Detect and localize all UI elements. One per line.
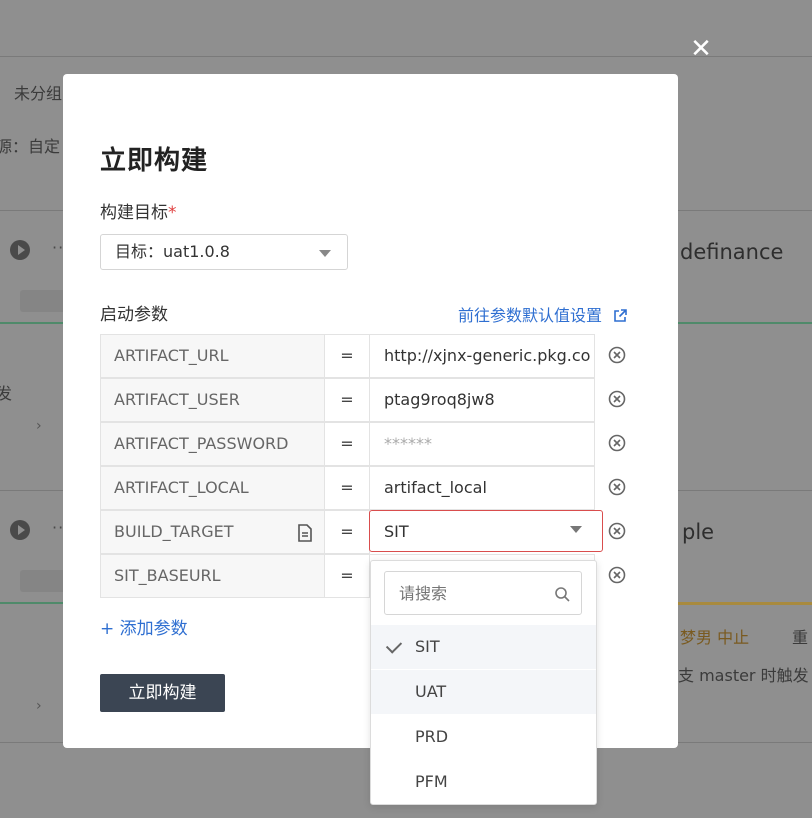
remove-circle-icon[interactable]	[608, 346, 626, 364]
check-icon	[385, 637, 403, 654]
param-name: ARTIFACT_URL	[100, 334, 325, 378]
external-link-icon	[614, 309, 627, 322]
bg-pipeline-name: ple	[682, 520, 715, 544]
target-label: 构建目标*	[100, 198, 177, 223]
bg-group-label: 未分组	[14, 84, 63, 103]
remove-circle-icon[interactable]	[608, 390, 626, 408]
bg-source-label: 源：自定	[0, 137, 61, 156]
param-row: ARTIFACT_URL = http://xjnx-generic.pkg.c…	[100, 334, 626, 378]
required-mark: *	[168, 203, 177, 223]
option-pfm[interactable]: PFM	[371, 760, 596, 804]
param-equals: =	[324, 510, 370, 554]
param-row: ARTIFACT_USER = ptag9roq8jw8	[100, 378, 626, 422]
option-label: SIT	[415, 637, 440, 656]
play-icon	[10, 520, 30, 540]
option-uat[interactable]: UAT	[371, 670, 596, 714]
option-prd[interactable]: PRD	[371, 715, 596, 759]
param-row: ARTIFACT_LOCAL = artifact_local	[100, 466, 626, 510]
param-value-input[interactable]: ******	[369, 422, 595, 466]
bg-action: 重	[792, 628, 809, 647]
bg-status-text: 梦男 中止	[680, 628, 750, 647]
play-icon	[10, 240, 30, 260]
param-name: ARTIFACT_USER	[100, 378, 325, 422]
search-icon	[555, 587, 570, 602]
param-equals: =	[324, 466, 370, 510]
target-label-text: 构建目标	[100, 203, 168, 223]
document-icon[interactable]	[297, 524, 313, 542]
param-row: BUILD_TARGET = SIT	[100, 510, 626, 554]
param-name: ARTIFACT_LOCAL	[100, 466, 325, 510]
param-equals: =	[324, 422, 370, 466]
chevron-right-icon: ›	[36, 698, 42, 714]
build-target-value: SIT	[384, 522, 409, 541]
param-value-input[interactable]: ptag9roq8jw8	[369, 378, 595, 422]
search-input[interactable]	[384, 571, 582, 615]
param-name-text: BUILD_TARGET	[114, 522, 234, 541]
param-equals: =	[324, 378, 370, 422]
chevron-right-icon: ›	[36, 418, 42, 434]
param-equals: =	[324, 554, 370, 598]
close-icon[interactable]: ✕	[690, 36, 712, 62]
defaults-link[interactable]: 前往参数默认值设置	[458, 302, 627, 326]
params-label: 启动参数	[100, 305, 168, 325]
param-value-input[interactable]: http://xjnx-generic.pkg.co	[369, 334, 595, 378]
defaults-link-text: 前往参数默认值设置	[458, 306, 603, 325]
remove-circle-icon[interactable]	[608, 434, 626, 452]
target-select-value: 目标：uat1.0.8	[115, 242, 230, 261]
param-value-input[interactable]: artifact_local	[369, 466, 595, 510]
build-now-button[interactable]: 立即构建	[100, 674, 225, 712]
param-name: BUILD_TARGET	[100, 510, 325, 554]
option-label: PRD	[415, 727, 449, 746]
option-sit[interactable]: SIT	[371, 625, 596, 669]
param-name: ARTIFACT_PASSWORD	[100, 422, 325, 466]
add-param-link[interactable]: + 添加参数	[100, 614, 188, 639]
param-equals: =	[324, 334, 370, 378]
remove-circle-icon[interactable]	[608, 478, 626, 496]
bg-pipeline-name: definance	[680, 240, 784, 264]
bg-trigger-text: 支 master 时触发	[678, 666, 809, 685]
option-label: PFM	[415, 772, 448, 791]
remove-circle-icon[interactable]	[608, 522, 626, 540]
target-select[interactable]: 目标：uat1.0.8	[100, 234, 348, 270]
build-target-select[interactable]: SIT	[369, 510, 603, 552]
chevron-down-icon	[319, 250, 331, 257]
option-label: UAT	[415, 682, 447, 701]
param-name: SIT_BASEURL	[100, 554, 325, 598]
build-target-dropdown: SIT UAT PRD PFM	[370, 560, 597, 805]
bg-trigger-text: 发	[0, 384, 13, 403]
modal-title: 立即构建	[100, 146, 209, 176]
bg-status-line	[678, 602, 812, 605]
param-row: ARTIFACT_PASSWORD = ******	[100, 422, 626, 466]
chevron-down-icon	[570, 526, 582, 533]
remove-circle-icon[interactable]	[608, 566, 626, 584]
